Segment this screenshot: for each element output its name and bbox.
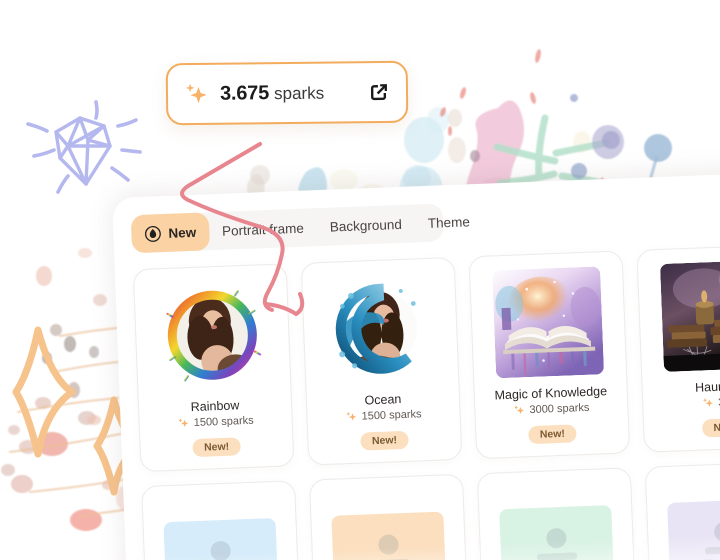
status-badge: New! <box>528 424 577 445</box>
placeholder-bar <box>536 552 578 560</box>
placeholder-thumbnail <box>163 517 279 560</box>
item-price-label: 1500 sparks <box>193 414 254 430</box>
sparks-amount: 3.675 <box>219 81 270 105</box>
item-price-label: 3000 sparks <box>529 401 590 417</box>
ocean-wave-portrait-thumbnail <box>324 273 436 385</box>
placeholder-card[interactable] <box>141 480 302 560</box>
item-title: Ocean <box>364 392 402 408</box>
item-price: 1500 sparks <box>345 408 422 423</box>
item-title: Magic of Knowledge <box>494 384 608 403</box>
placeholder-bar <box>704 545 720 555</box>
status-badge: New! <box>192 437 241 458</box>
sparkle-icon <box>702 398 713 407</box>
tab-new[interactable]: New <box>130 212 210 254</box>
rainbow-ring-portrait-thumbnail <box>156 279 268 391</box>
item-title: Rainbow <box>190 398 240 415</box>
sparkle-icon <box>178 418 189 427</box>
placeholder-avatar <box>378 534 399 556</box>
placeholder-card[interactable] <box>308 473 470 560</box>
item-price: 300 <box>702 396 720 409</box>
tab-portrait-frame-label: Portrait frame <box>221 220 305 239</box>
placeholder-avatar <box>210 540 232 560</box>
item-card-ocean[interactable]: Ocean 1500 sparks New! <box>300 256 463 466</box>
screenshot-stage: 3.675 sparks New Portrait frame Backgrou… <box>0 0 720 560</box>
marketplace-panel: New Portrait frame Background Theme Rain… <box>112 172 720 560</box>
status-badge: Ne <box>702 418 720 438</box>
item-card-haunted[interactable]: Haunted 300 Ne <box>636 243 720 453</box>
item-card-rainbow[interactable]: Rainbow 1500 sparks New! <box>132 263 295 473</box>
dark-haunted-books-thumbnail <box>659 259 720 372</box>
tab-background[interactable]: Background <box>316 204 415 246</box>
tab-theme-label: Theme <box>427 213 471 231</box>
item-card-magic-of-knowledge[interactable]: Magic of Knowledge 3000 sparks New! <box>468 250 631 460</box>
placeholder-card[interactable] <box>644 460 720 560</box>
placeholder-thumbnail <box>331 511 447 560</box>
item-price: 1500 sparks <box>178 415 254 430</box>
sparks-balance-pill[interactable]: 3.675 sparks <box>165 60 409 126</box>
category-tabbar: New Portrait frame Background Theme <box>130 203 470 254</box>
external-link-icon[interactable] <box>368 81 390 103</box>
tab-new-label: New <box>168 224 197 241</box>
placeholder-avatar <box>546 527 567 549</box>
placeholder-avatar <box>713 521 720 543</box>
diamond-icon <box>26 100 142 194</box>
sparkle-icon <box>514 405 525 415</box>
flame-icon <box>144 225 161 242</box>
cards-row-placeholders <box>141 460 720 560</box>
cards-area: Rainbow 1500 sparks New! Ocean 1500 spar… <box>132 243 720 560</box>
tab-portrait-frame[interactable]: Portrait frame <box>208 208 317 250</box>
item-price: 3000 sparks <box>513 401 590 417</box>
tab-background-label: Background <box>329 216 403 235</box>
placeholder-thumbnail <box>667 498 720 560</box>
sparkle-icon <box>346 411 357 421</box>
sparks-unit-label: sparks <box>273 83 325 103</box>
status-badge: New! <box>360 430 409 451</box>
item-title: Haunted <box>694 378 720 395</box>
tab-theme[interactable]: Theme <box>414 202 483 243</box>
placeholder-card[interactable] <box>476 467 638 560</box>
watercolor-open-book-thumbnail <box>492 266 605 379</box>
sparkle-icon <box>185 83 207 104</box>
cards-row-primary: Rainbow 1500 sparks New! Ocean 1500 spar… <box>132 243 720 473</box>
item-price-label: 1500 sparks <box>361 408 422 423</box>
placeholder-thumbnail <box>499 505 615 560</box>
